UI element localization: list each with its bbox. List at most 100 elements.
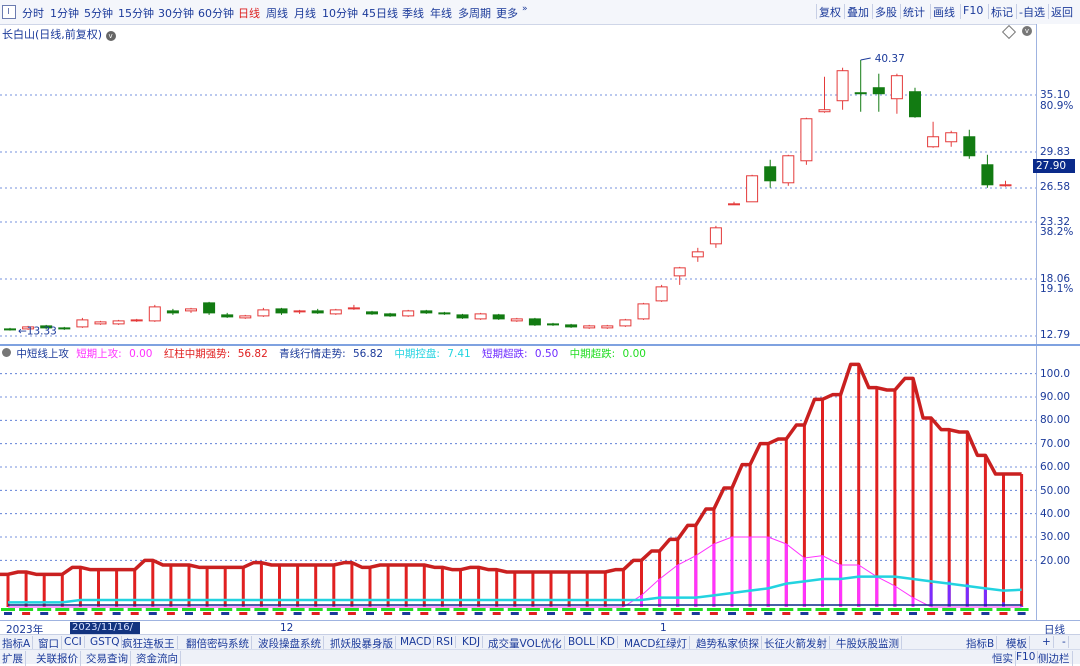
base-block (544, 608, 558, 611)
candle-body (257, 309, 270, 317)
tf-1min[interactable]: 1分钟 (50, 5, 79, 21)
add-tab-button[interactable]: + (1040, 636, 1054, 648)
base-block (221, 612, 230, 615)
multi-stock-button[interactable]: 多股 (872, 4, 899, 19)
candle-body (963, 136, 976, 157)
tf-15min[interactable]: 15分钟 (118, 5, 154, 21)
tf-multi[interactable]: 多周期 (458, 5, 491, 21)
base-block (438, 612, 447, 615)
base-block (782, 612, 791, 615)
candle (112, 319, 125, 325)
base-block (127, 608, 142, 611)
base-block (978, 608, 993, 611)
candle (746, 174, 759, 203)
candle-body (402, 310, 415, 317)
candle (311, 308, 324, 314)
tab-sidebar[interactable]: 侧边栏 (1036, 651, 1073, 666)
tab-kdj[interactable]: KDJ (460, 636, 484, 648)
base-block (797, 608, 812, 611)
base-block (130, 612, 139, 615)
date-label-jan: 1 (660, 622, 667, 634)
ind-tick: 20.00 (1040, 555, 1071, 567)
tf-monthly[interactable]: 月线 (294, 5, 316, 21)
extension-tab-bar: 扩展 关联报价 交易查询 资金流向 恒实 F10 侧边栏 (0, 649, 1080, 666)
ind-tick: 90.00 (1040, 391, 1071, 403)
fuquan-button[interactable]: 复权 (816, 4, 843, 19)
base-block (257, 612, 266, 615)
base-block (706, 608, 721, 611)
tab-hengshi[interactable]: 恒实 (990, 651, 1016, 666)
candle (655, 284, 668, 302)
candle-body (836, 70, 849, 102)
candle (909, 87, 921, 118)
candle (981, 154, 994, 188)
tf-quarterly[interactable]: 季线 (402, 5, 424, 21)
base-block (924, 608, 939, 611)
tf-more[interactable]: 更多 (496, 5, 518, 21)
tab-boll[interactable]: BOLL (566, 636, 598, 648)
tf-60min[interactable]: 60分钟 (198, 5, 234, 21)
candle-body (619, 319, 632, 327)
f10-button[interactable]: F10 (960, 4, 985, 19)
remove-tab-button[interactable]: - (1060, 636, 1069, 648)
candle (456, 313, 469, 319)
tab-gstq[interactable]: GSTQ (88, 636, 123, 648)
candle-body (329, 309, 342, 315)
candle (619, 318, 632, 327)
candle (402, 309, 415, 317)
candle (239, 314, 252, 319)
draw-line-button[interactable]: 画线 (930, 4, 957, 19)
tab-trade-query[interactable]: 交易查询 (84, 651, 131, 666)
tab-related-quotes[interactable]: 关联报价 (34, 651, 81, 666)
base-block (308, 608, 323, 611)
base-block (869, 608, 884, 611)
indicator-chart[interactable] (0, 346, 1036, 620)
price-chart[interactable]: 40.37 ←13.33 (0, 24, 1036, 344)
candle (438, 311, 451, 315)
tf-10min[interactable]: 10分钟 (322, 5, 358, 21)
base-block (1017, 612, 1026, 615)
base-block (580, 608, 595, 611)
candle (691, 247, 704, 262)
stats-button[interactable]: 统计 (900, 4, 927, 19)
back-button[interactable]: 返回 (1048, 4, 1075, 19)
tf-yearly[interactable]: 年线 (430, 5, 452, 21)
tf-30min[interactable]: 30分钟 (158, 5, 194, 21)
candle (366, 310, 378, 315)
candle-body (637, 303, 650, 320)
tab-kd[interactable]: KD (598, 636, 618, 648)
mark-button[interactable]: 标记 (988, 4, 1015, 19)
candle (528, 317, 541, 326)
remove-watchlist-button[interactable]: -自选 (1016, 4, 1047, 19)
candle (347, 304, 360, 310)
candle (764, 159, 777, 188)
tab-fund-flow[interactable]: 资金流向 (134, 651, 181, 666)
base-block (670, 608, 685, 611)
tab-f10[interactable]: F10 (1014, 651, 1039, 663)
candle (148, 304, 161, 322)
candle (420, 309, 433, 314)
high-pointer (860, 57, 871, 61)
more-chevron-icon[interactable]: » (522, 4, 528, 14)
tf-5min[interactable]: 5分钟 (84, 5, 113, 21)
base-block (148, 612, 157, 615)
tab-cci[interactable]: CCI (62, 636, 85, 648)
tf-fenshi[interactable]: 分时 (22, 5, 44, 21)
tab-macd[interactable]: MACD (398, 636, 435, 648)
base-block (528, 612, 537, 615)
tf-45day[interactable]: 45日线 (362, 5, 398, 21)
base-block (688, 608, 703, 611)
candle-body (782, 155, 795, 184)
tf-weekly[interactable]: 周线 (266, 5, 288, 21)
tab-rsi[interactable]: RSI (434, 636, 457, 648)
tf-daily[interactable]: 日线 (238, 5, 260, 21)
fib-tick: 80.9% (1040, 100, 1074, 112)
candle-body (474, 313, 487, 320)
candle (76, 317, 89, 328)
menu-icon[interactable] (2, 5, 16, 19)
overlay-button[interactable]: 叠加 (844, 4, 871, 19)
tab-extend[interactable]: 扩展 (0, 651, 26, 666)
candle (58, 326, 71, 330)
base-block (254, 608, 269, 611)
candle (945, 130, 958, 147)
